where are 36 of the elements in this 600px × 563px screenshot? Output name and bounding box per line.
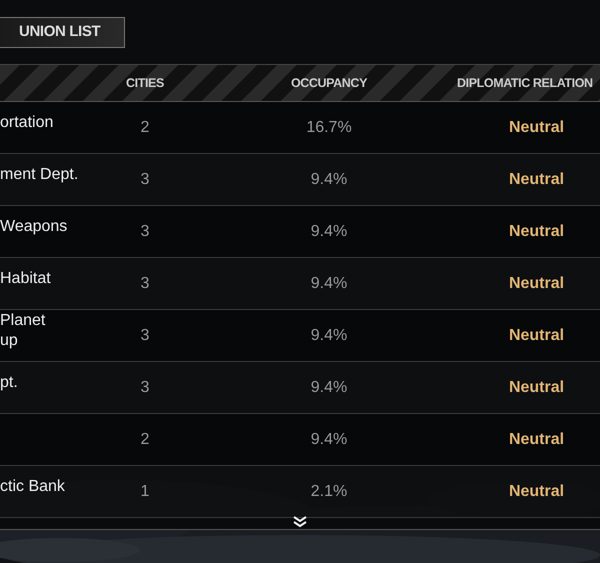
relation-status: Neutral	[508, 118, 564, 136]
union-name: pt.	[0, 372, 19, 392]
scroll-down-icon[interactable]	[292, 516, 308, 528]
city-count: 3	[140, 274, 150, 292]
union-list-tab[interactable]: UNION LIST	[0, 17, 125, 48]
union-name: Weapons	[0, 216, 68, 236]
city-count: 3	[140, 170, 150, 188]
occupancy-value: 9.4%	[310, 326, 348, 344]
column-header: OCCUPANCY	[290, 76, 368, 90]
relation-status: Neutral	[508, 378, 564, 396]
city-count: 2	[140, 118, 150, 136]
relation-status: Neutral	[508, 274, 564, 292]
occupancy-value: 2.1%	[310, 482, 348, 500]
occupancy-value: 9.4%	[310, 430, 348, 448]
occupancy-value: 9.4%	[310, 378, 348, 396]
city-count: 3	[140, 326, 150, 344]
relation-status: Neutral	[508, 326, 564, 344]
relation-status: Neutral	[508, 170, 564, 188]
city-count: 2	[140, 430, 150, 448]
column-header: DIPLOMATIC RELATION	[457, 76, 593, 90]
occupancy-value: 9.4%	[310, 222, 348, 240]
column-header: CITIES	[126, 76, 164, 90]
relation-status: Neutral	[508, 222, 564, 240]
occupancy-value: 16.7%	[306, 118, 352, 136]
relation-status: Neutral	[508, 430, 564, 448]
union-name: ctic Bank	[0, 476, 66, 496]
city-count: 1	[140, 482, 150, 500]
relation-status: Neutral	[508, 482, 564, 500]
union-name: Habitat	[0, 268, 52, 288]
city-count: 3	[140, 378, 150, 396]
union-name: ortation	[0, 112, 54, 132]
union-name: Planet up	[0, 310, 46, 350]
occupancy-value: 9.4%	[310, 170, 348, 188]
occupancy-value: 9.4%	[310, 274, 348, 292]
union-name: ment Dept.	[0, 164, 80, 184]
city-count: 3	[140, 222, 150, 240]
